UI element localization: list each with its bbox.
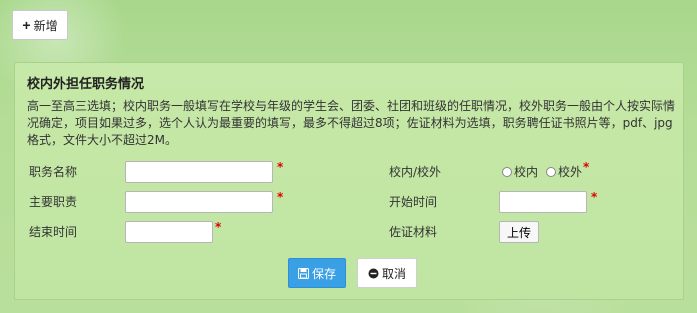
- position-name-input[interactable]: [125, 161, 273, 183]
- add-button-label: 新增: [33, 18, 58, 33]
- save-button[interactable]: 保存: [288, 258, 346, 288]
- evidence-label: 佐证材料: [389, 225, 438, 239]
- panel-title: 校内外担任职务情况: [27, 77, 145, 92]
- form-row-3: 结束时间 * 佐证材料 上传: [15, 218, 683, 246]
- save-button-label: 保存: [311, 266, 336, 281]
- radio-circle-icon: [546, 167, 557, 177]
- cancel-button-label: 取消: [381, 266, 406, 281]
- main-duty-label: 主要职责: [29, 195, 78, 209]
- end-time-label: 结束时间: [29, 225, 78, 239]
- start-time-label: 开始时间: [389, 195, 438, 209]
- upload-button[interactable]: 上传: [499, 221, 539, 243]
- scope-radio-out[interactable]: 校外: [546, 158, 582, 186]
- start-time-input[interactable]: [499, 191, 587, 213]
- panel-description: 高一至高三选填；校内职务一般填写在学校与年级的学生会、团委、社团和班级的任职情况…: [27, 99, 676, 147]
- scope-radio-in[interactable]: 校内: [502, 158, 538, 186]
- position-panel: 校内外担任职务情况 高一至高三选填；校内职务一般填写在学校与年级的学生会、团委、…: [14, 62, 684, 300]
- plus-icon: +: [22, 17, 31, 33]
- radio-circle-icon: [502, 167, 512, 177]
- cancel-button[interactable]: 取消: [357, 258, 417, 288]
- add-button[interactable]: + 新增: [12, 10, 68, 40]
- save-icon: [297, 267, 309, 279]
- main-duty-input[interactable]: [125, 191, 273, 213]
- scope-required: *: [583, 160, 590, 174]
- position-name-required: *: [277, 160, 284, 174]
- main-duty-required: *: [277, 190, 284, 204]
- end-time-input[interactable]: [125, 221, 213, 243]
- scope-radio-group: 校内 校外: [502, 158, 582, 186]
- start-time-required: *: [591, 190, 598, 204]
- form-row-2: 主要职责 * 开始时间 *: [15, 188, 683, 216]
- scope-radio-in-label: 校内: [514, 165, 539, 179]
- cancel-icon: [368, 268, 379, 279]
- form-row-1: 职务名称 * 校内/校外 校内 校外 *: [15, 158, 683, 186]
- position-name-label: 职务名称: [29, 165, 78, 179]
- scope-label: 校内/校外: [389, 165, 442, 179]
- end-time-required: *: [215, 220, 222, 234]
- scope-radio-out-label: 校外: [558, 165, 583, 179]
